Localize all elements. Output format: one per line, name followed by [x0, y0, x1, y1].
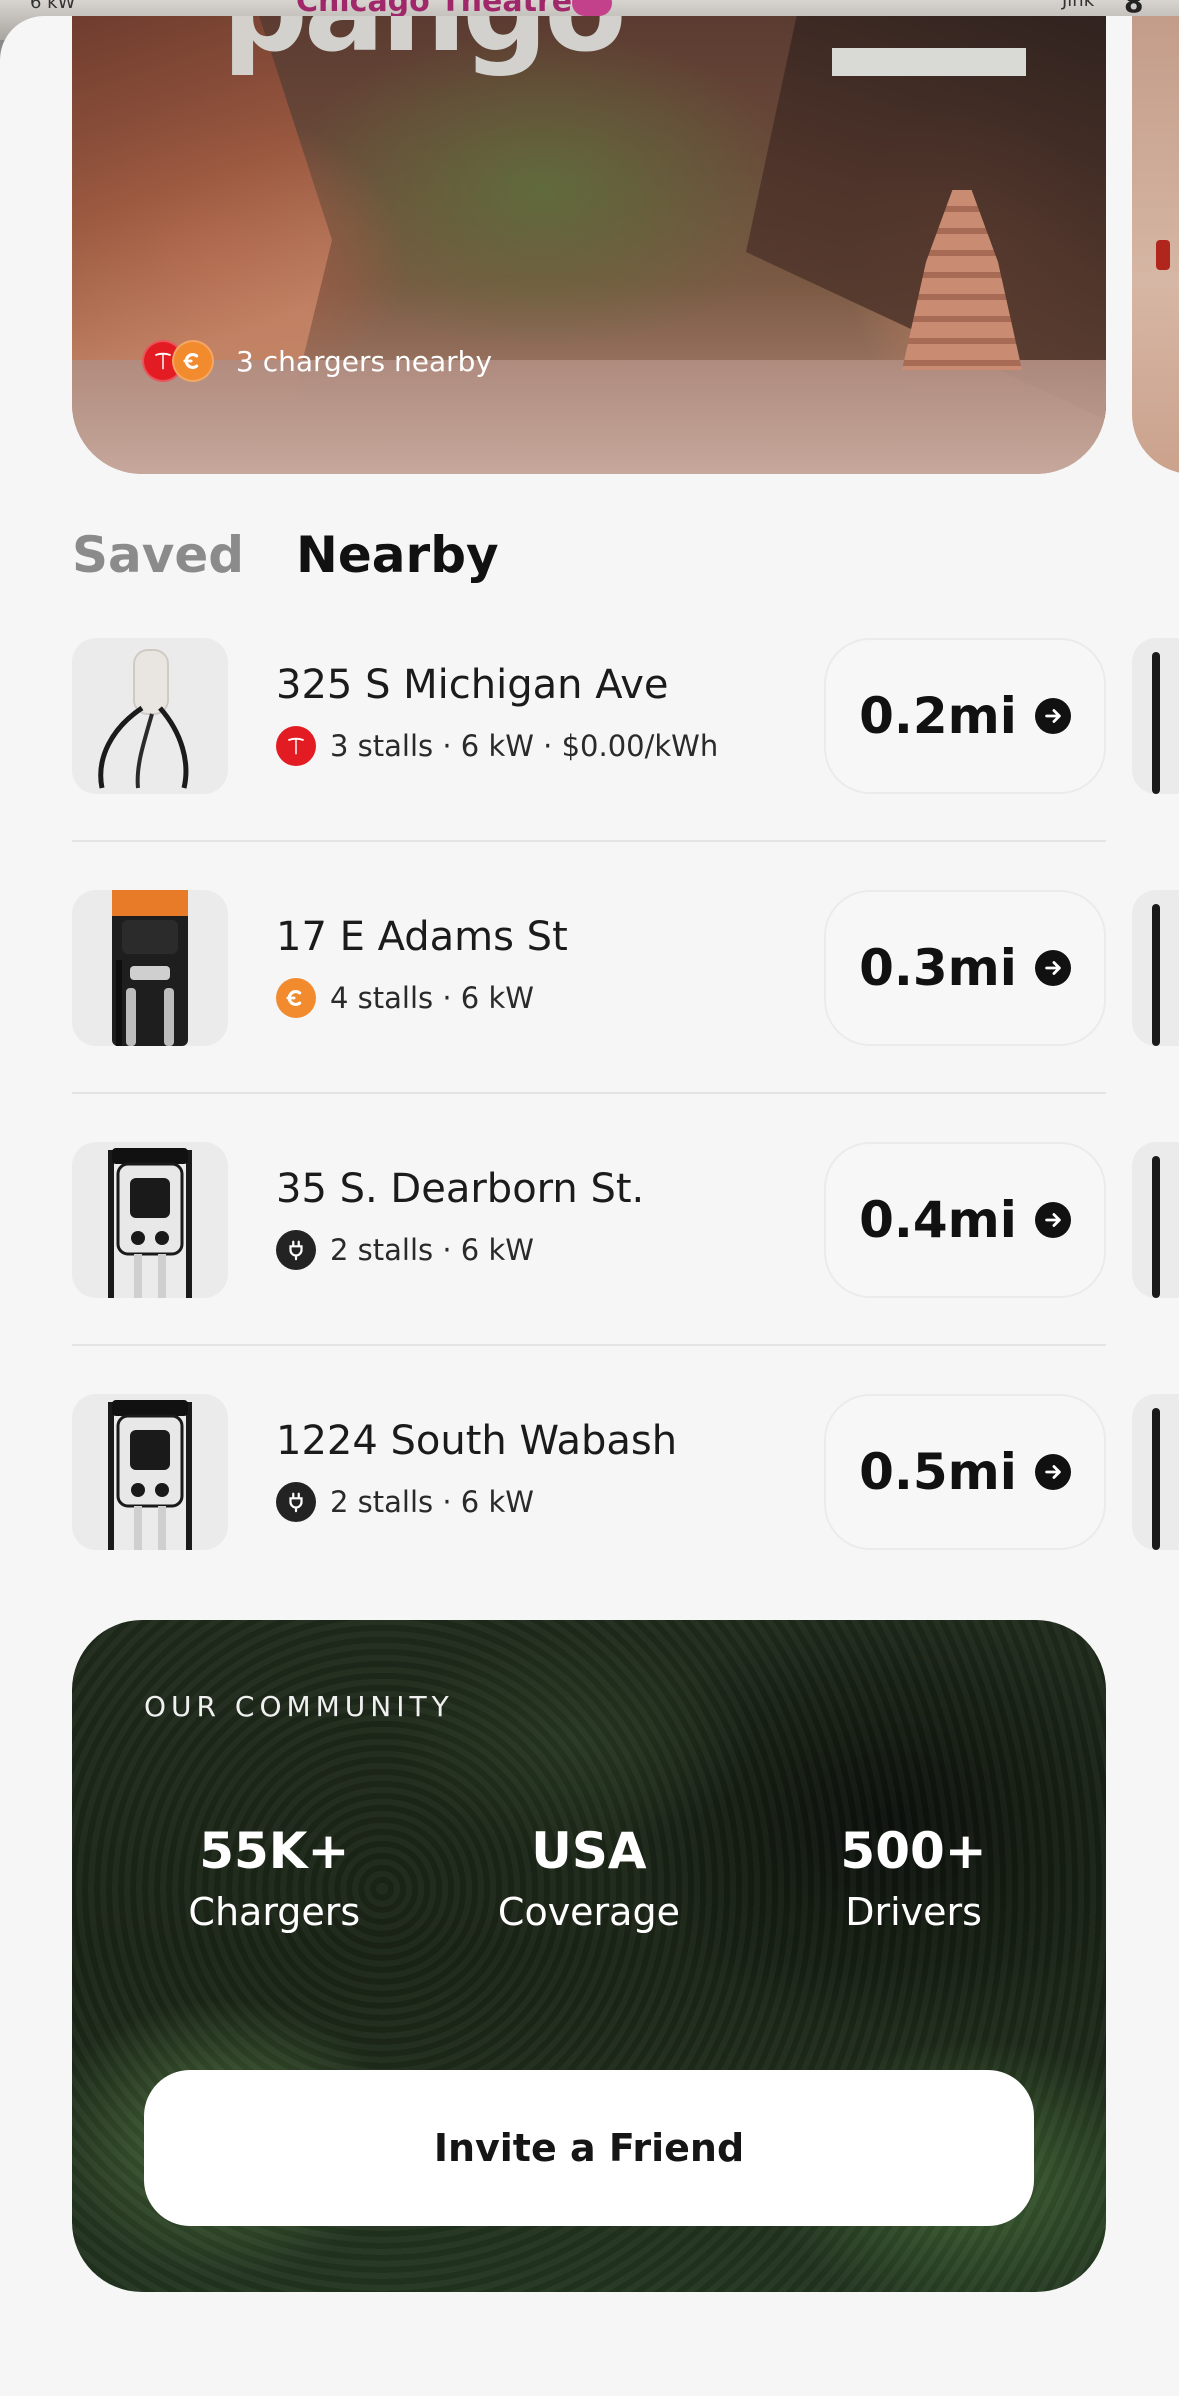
arrow-right-icon	[1034, 1454, 1071, 1490]
divider	[72, 840, 1106, 842]
community-heading: OUR COMMUNITY	[144, 1690, 454, 1723]
charger-details: 2 stalls · 6 kW	[330, 1233, 534, 1267]
stat-value: 500+	[840, 1822, 987, 1880]
charger-address: 1224 South Wabash	[276, 1418, 678, 1464]
hero-logo: pango	[222, 16, 627, 79]
next-charger-card[interactable]	[1132, 890, 1179, 1046]
next-charger-card[interactable]	[1132, 638, 1179, 794]
divider	[72, 1092, 1106, 1094]
charger-thumbnail	[72, 890, 228, 1046]
distance-value: 0.5mi	[859, 1443, 1017, 1501]
distance-value: 0.4mi	[859, 1191, 1017, 1249]
stat-label: Coverage	[497, 1890, 680, 1934]
charger-row[interactable]: 1224 South Wabash 2 stalls · 6 kW 0.5mi	[72, 1394, 1179, 1646]
arrow-right-icon	[1034, 698, 1071, 734]
bottom-sheet[interactable]: pango 3 chargers nearby Saved Nearby	[0, 16, 1179, 2396]
charger-address: 17 E Adams St	[276, 914, 568, 960]
featured-location-card[interactable]: pango 3 chargers nearby	[72, 16, 1106, 474]
distance-button[interactable]: 0.2mi	[824, 638, 1106, 794]
charger-pole	[1152, 1408, 1160, 1550]
charger-thumbnail	[72, 1394, 228, 1550]
stat-label: Chargers	[188, 1890, 361, 1934]
charger-pole	[1152, 652, 1160, 794]
distance-button[interactable]: 0.5mi	[824, 1394, 1106, 1550]
charger-details: 4 stalls · 6 kW	[330, 981, 534, 1015]
next-charger-card[interactable]	[1132, 1394, 1179, 1550]
charger-thumbnail	[72, 638, 228, 794]
stat-coverage: USA Coverage	[417, 1822, 762, 1934]
next-featured-card[interactable]	[1132, 16, 1179, 474]
next-charger-card[interactable]	[1132, 1142, 1179, 1298]
charger-meta: 3 stalls · 6 kW · $0.00/kWh	[276, 726, 718, 766]
tab-saved[interactable]: Saved	[72, 526, 244, 584]
chargepoint-icon	[172, 340, 214, 382]
stat-value: USA	[531, 1822, 647, 1880]
distance-value: 0.3mi	[859, 939, 1017, 997]
distance-button[interactable]: 0.4mi	[824, 1142, 1106, 1298]
tesla-icon	[276, 726, 316, 766]
plug-icon	[276, 1230, 316, 1270]
map-poi-marker-icon[interactable]	[572, 0, 612, 16]
stat-chargers: 55K+ Chargers	[72, 1822, 417, 1934]
stat-value: 55K+	[199, 1822, 350, 1880]
charger-info: 1224 South Wabash 2 stalls · 6 kW	[276, 1418, 677, 1522]
chargepoint-icon	[276, 978, 316, 1018]
charger-meta: 2 stalls · 6 kW	[276, 1230, 644, 1270]
nearby-chargers-summary: 3 chargers nearby	[142, 340, 492, 382]
charger-meta: 4 stalls · 6 kW	[276, 978, 568, 1018]
tab-nearby[interactable]: Nearby	[296, 526, 499, 584]
plug-icon	[276, 1482, 316, 1522]
arrow-right-icon	[1034, 1202, 1071, 1238]
charger-address: 35 S. Dearborn St.	[276, 1166, 645, 1212]
charger-info: 17 E Adams St 4 stalls · 6 kW	[276, 914, 568, 1018]
hero-logo-underline	[832, 48, 1026, 76]
charger-meta: 2 stalls · 6 kW	[276, 1482, 677, 1522]
community-stats: 55K+ Chargers USA Coverage 500+ Drivers	[72, 1822, 1106, 1934]
nearby-count-text: 3 chargers nearby	[236, 344, 493, 378]
charger-pole	[1152, 1156, 1160, 1298]
hero-image-figure	[1156, 240, 1170, 270]
distance-value: 0.2mi	[859, 687, 1017, 745]
charger-details: 2 stalls · 6 kW	[330, 1485, 534, 1519]
charger-row[interactable]: 35 S. Dearborn St. 2 stalls · 6 kW 0.4mi	[72, 1142, 1179, 1394]
divider	[72, 1344, 1106, 1346]
stat-label: Drivers	[845, 1890, 982, 1934]
map-power-label: 6 kW	[30, 0, 76, 13]
charger-info: 325 S Michigan Ave 3 stalls · 6 kW · $0.…	[276, 662, 718, 766]
charger-row[interactable]: 325 S Michigan Ave 3 stalls · 6 kW · $0.…	[72, 638, 1179, 890]
community-card: OUR COMMUNITY 55K+ Chargers USA Coverage…	[72, 1620, 1106, 2292]
charger-address: 325 S Michigan Ave	[276, 662, 669, 708]
charger-details: 3 stalls · 6 kW · $0.00/kWh	[330, 729, 719, 763]
list-tabs: Saved Nearby	[72, 526, 499, 584]
stat-drivers: 500+ Drivers	[761, 1822, 1106, 1934]
arrow-right-icon	[1034, 950, 1071, 986]
charger-pole	[1152, 904, 1160, 1046]
charger-list: 325 S Michigan Ave 3 stalls · 6 kW · $0.…	[72, 638, 1179, 1646]
invite-friend-button[interactable]: Invite a Friend	[144, 2070, 1034, 2226]
distance-button[interactable]: 0.3mi	[824, 890, 1106, 1046]
charger-thumbnail	[72, 1142, 228, 1298]
charger-info: 35 S. Dearborn St. 2 stalls · 6 kW	[276, 1166, 644, 1270]
charger-row[interactable]: 17 E Adams St 4 stalls · 6 kW 0.3mi	[72, 890, 1179, 1142]
map-right-label: Jink	[1062, 0, 1095, 11]
